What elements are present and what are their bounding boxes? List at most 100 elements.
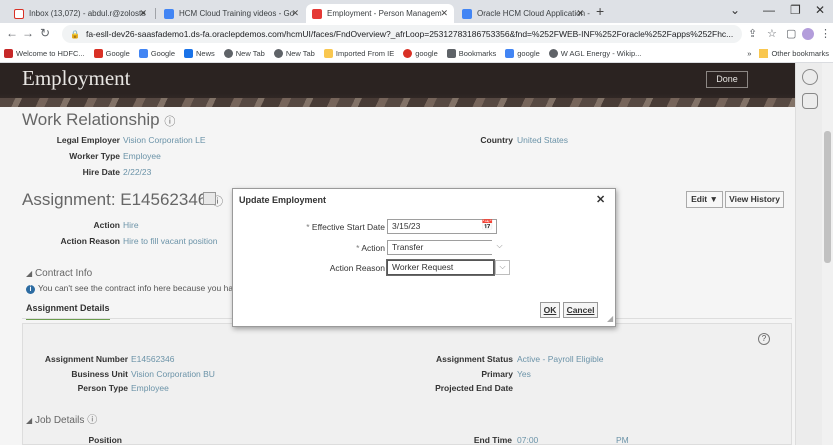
cancel-button[interactable]: Cancel (563, 302, 598, 318)
bookmark-item[interactable]: google (505, 49, 540, 58)
bookmark-folder[interactable]: Imported From IE (323, 49, 394, 58)
search-icon[interactable] (802, 69, 818, 85)
position-label: Position (88, 435, 122, 445)
view-history-button[interactable]: View History (725, 191, 784, 208)
close-tab-icon[interactable]: ✕ (291, 8, 299, 19)
globe-icon (548, 49, 558, 58)
worker-type-value: Employee (123, 151, 161, 161)
dialog-title: Update Employment (239, 195, 327, 205)
oracle-icon (312, 8, 322, 19)
bookmarks-bar: Welcome to HDFC... Google Google News Ne… (0, 45, 833, 63)
browser-tab-hcm-training[interactable]: HCM Cloud Training videos - Go ✕ (158, 4, 305, 23)
ok-button[interactable]: OK (540, 302, 560, 318)
info-icon[interactable]: ⓘ (87, 415, 97, 426)
action-value: Hire (123, 220, 139, 230)
forward-icon[interactable]: → (22, 26, 34, 40)
bookmark-item[interactable]: Google (93, 49, 130, 58)
business-unit-label: Business Unit (71, 369, 128, 379)
action-label: Action (93, 220, 120, 230)
share-icon[interactable]: ⇪ (748, 27, 757, 40)
bookmark-item[interactable]: New Tab (223, 49, 265, 58)
effective-start-date-label: * Effective Start Date (306, 222, 385, 232)
end-time-label: End Time (473, 435, 512, 445)
action-reason-label: Action Reason (329, 263, 385, 273)
tab-search-icon[interactable]: ⌄ (730, 3, 740, 17)
job-details-toggle[interactable]: ◢ Job Details ⓘ (26, 411, 97, 426)
avatar[interactable] (802, 28, 814, 40)
action-reason-select[interactable]: Worker Request (387, 260, 494, 275)
country-value: United States (517, 135, 569, 145)
worker-type-label: Worker Type (69, 151, 120, 161)
chevron-down-icon[interactable]: ⌵ (495, 260, 510, 275)
url-input[interactable]: 🔒 fa-esll-dev26-saasfademo1.ds-fa.oracle… (62, 25, 742, 43)
person-type-label: Person Type (77, 383, 128, 393)
google-icon (505, 49, 515, 58)
bookmark-star-icon[interactable]: ☆ (767, 27, 777, 40)
more-bookmarks-icon[interactable]: » (747, 49, 751, 58)
back-icon[interactable]: ← (6, 26, 18, 40)
assignment-options-icon[interactable] (203, 192, 216, 205)
globe-icon (223, 49, 233, 58)
assignment-number-value: E14562346 (131, 354, 175, 364)
news-icon (184, 49, 193, 58)
other-bookmarks[interactable]: Other bookmarks (771, 49, 829, 58)
primary-value: Yes (517, 369, 531, 379)
bookmark-item[interactable]: google (403, 49, 438, 58)
bookmark-item[interactable]: Bookmarks (446, 49, 496, 58)
star-icon (446, 49, 456, 58)
folder-icon (323, 49, 333, 58)
browser-tab-employment[interactable]: Employment - Person Managem ✕ (306, 4, 454, 23)
edit-button[interactable]: Edit ▼ (686, 191, 723, 208)
right-rail (795, 63, 822, 445)
legal-employer-label: Legal Employer (56, 135, 120, 145)
help-icon[interactable]: ? (758, 333, 770, 345)
close-tab-icon[interactable]: ✕ (576, 8, 584, 19)
end-time-ampm: PM (616, 435, 629, 445)
new-tab-button[interactable]: + (596, 3, 604, 19)
close-tab-icon[interactable]: ✕ (139, 8, 147, 19)
scrollbar-thumb[interactable] (824, 131, 831, 263)
business-unit-value: Vision Corporation BU (131, 369, 215, 379)
sidebar-icon[interactable]: ▢ (786, 27, 796, 40)
hire-date-value: 2/22/23 (123, 167, 152, 177)
resize-grip-icon[interactable]: ◢ (607, 314, 613, 323)
assignment-status-value: Active - Payroll Eligible (517, 354, 604, 364)
close-window-icon[interactable]: ✕ (815, 3, 825, 17)
chevron-down-icon[interactable]: ⌵ (492, 240, 507, 255)
info-icon[interactable]: ⓘ (164, 116, 175, 128)
bookmark-item[interactable]: Google (138, 49, 175, 58)
refresh-icon[interactable] (802, 93, 818, 109)
header-banner-pattern (0, 98, 795, 107)
address-bar-row: ← → ↻ 🔒 fa-esll-dev26-saasfademo1.ds-fa.… (0, 23, 833, 45)
page-content: Employment Done Work Relationship ⓘ Lega… (0, 63, 833, 445)
globe-icon (273, 49, 283, 58)
primary-label: Primary (481, 369, 513, 379)
minimize-icon[interactable]: — (763, 3, 775, 17)
bookmark-item[interactable]: News (184, 49, 215, 58)
close-tab-icon[interactable]: ✕ (440, 8, 448, 19)
contract-info-note: i You can't see the contract info here be… (26, 283, 233, 294)
browser-tab-oracle-hcm[interactable]: Oracle HCM Cloud Application - ✕ (456, 4, 590, 23)
bookmark-item[interactable]: Welcome to HDFC... (4, 49, 85, 58)
assignment-heading: Assignment: E14562346 ⓘ (22, 190, 223, 209)
gmail-icon (14, 8, 24, 19)
menu-icon[interactable]: ⋮ (820, 27, 831, 40)
projected-end-date-label: Projected End Date (435, 383, 513, 393)
bank-icon (4, 49, 13, 58)
bookmark-item[interactable]: W AGL Energy - Wikip... (548, 49, 641, 58)
reload-icon[interactable]: ↻ (40, 26, 50, 40)
browser-tab-inbox[interactable]: Inbox (13,072) - abdul.r@zoloste ✕ (8, 4, 153, 23)
action-label: * Action (356, 243, 385, 253)
update-employment-dialog: Update Employment ✕ * Effective Start Da… (232, 188, 616, 327)
calendar-icon[interactable]: 📅 (481, 220, 493, 231)
contract-info-toggle[interactable]: ◢ Contract Info (26, 268, 92, 279)
action-select[interactable]: Transfer (387, 240, 497, 255)
maximize-icon[interactable]: ❐ (790, 3, 801, 17)
bookmark-item[interactable]: New Tab (273, 49, 315, 58)
page-title: Employment (22, 66, 131, 90)
close-icon[interactable]: ✕ (596, 193, 605, 206)
done-button[interactable]: Done (706, 71, 748, 88)
google-icon (138, 49, 148, 58)
google-icon (403, 49, 413, 58)
collapse-triangle-icon: ◢ (26, 269, 33, 278)
